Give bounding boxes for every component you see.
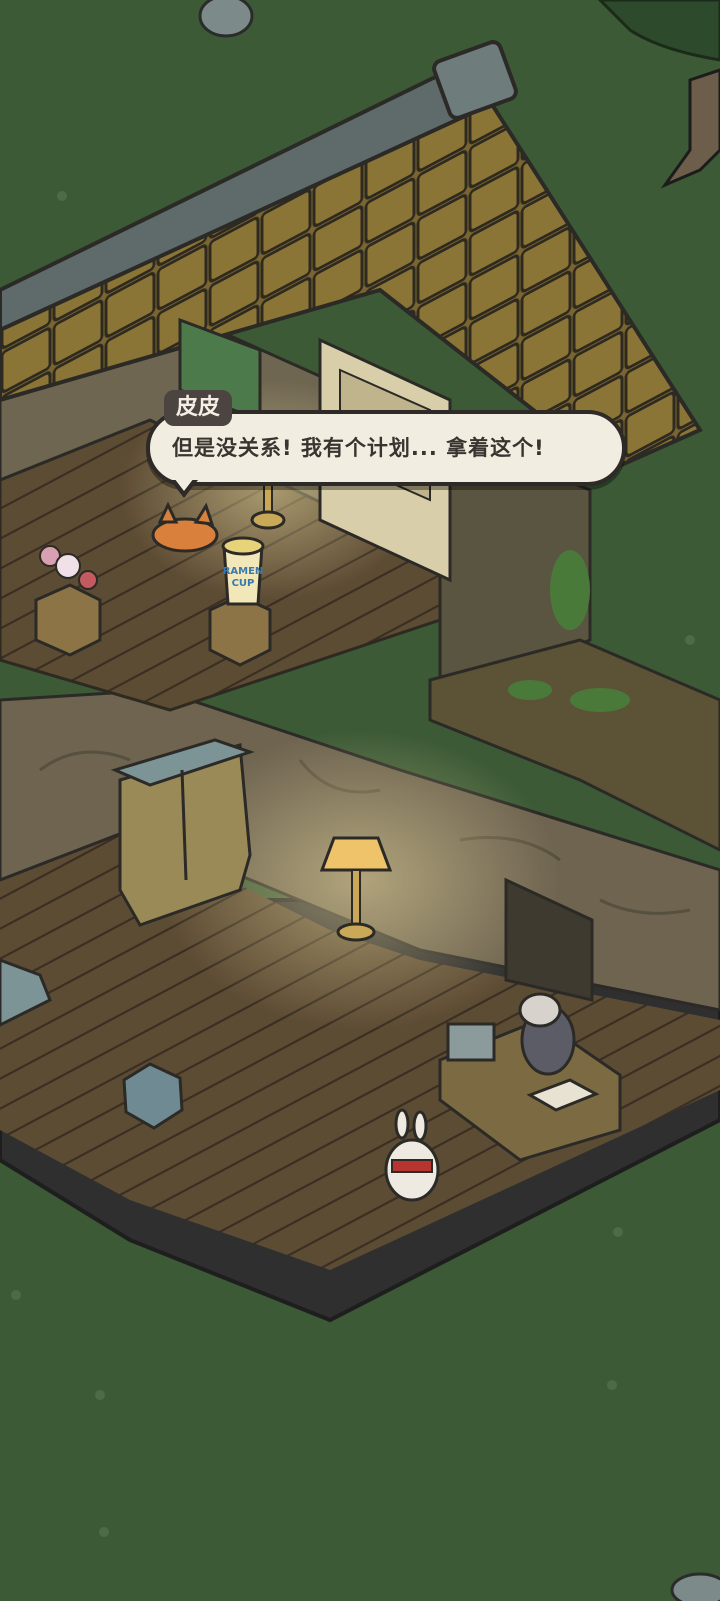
game-scene: RAMEN CUP [0,0,720,1601]
dialogue-text: 但是没关系! 我有个计划... 拿着这个! [172,436,545,460]
ramen-label-2: CUP [232,578,255,589]
ramen-label-1: RAMEN [223,566,264,577]
speaker-name: 皮皮 [164,390,233,426]
rock-icon [198,0,254,38]
